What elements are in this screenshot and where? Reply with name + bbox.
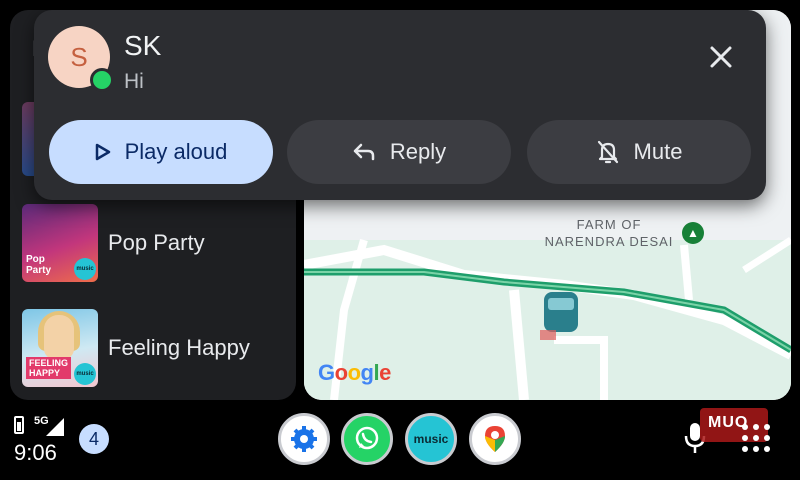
map-poi-label: FARM OF NARENDRA DESAI	[544, 217, 674, 249]
span	[753, 435, 759, 441]
avatar: S	[48, 26, 114, 92]
span	[753, 424, 759, 430]
media-item-title: Pop Party	[108, 230, 205, 255]
span	[742, 446, 748, 452]
settings-icon	[291, 426, 317, 452]
amazon-music-app-button[interactable]: music	[405, 413, 457, 465]
clock: 9:06	[14, 440, 57, 465]
sender-name: SK	[124, 30, 162, 61]
span	[764, 435, 770, 441]
play-aloud-label: Play aloud	[124, 139, 228, 164]
span	[742, 424, 748, 430]
mute-label: Mute	[633, 139, 683, 164]
close-icon[interactable]	[704, 40, 738, 74]
album-art-caption: FEELING HAPPY	[26, 357, 72, 379]
span	[742, 435, 748, 441]
media-item-pop-party[interactable]: Pop Party music Pop Party	[22, 204, 292, 282]
play-aloud-button[interactable]: Play aloud	[49, 120, 273, 184]
tree-pin-icon[interactable]: ▲	[682, 222, 704, 244]
notification-count-badge[interactable]: 4	[79, 424, 109, 454]
reply-icon	[353, 143, 375, 161]
reply-button[interactable]: Reply	[287, 120, 511, 184]
whatsapp-icon	[90, 68, 114, 92]
media-item-title: Feeling Happy	[108, 335, 250, 360]
amazon-music-icon: music	[413, 432, 449, 446]
amazon-music-icon: music	[74, 363, 96, 385]
google-maps-icon	[485, 426, 505, 452]
battery-icon	[14, 416, 24, 434]
play-icon	[95, 143, 110, 161]
avatar-initial: S	[70, 41, 88, 72]
message-notification[interactable]: S SK Hi Play aloud Reply Mute	[34, 10, 766, 200]
settings-app-button[interactable]	[278, 413, 330, 465]
amazon-music-icon: music	[74, 258, 96, 280]
album-art: Pop Party music	[22, 204, 98, 282]
span	[764, 446, 770, 452]
album-art: FEELING HAPPY music	[22, 309, 98, 387]
message-text: Hi	[124, 70, 144, 93]
span	[753, 446, 759, 452]
signal-icon	[46, 418, 64, 436]
google-logo: Google	[318, 360, 391, 385]
google-maps-app-button[interactable]	[469, 413, 521, 465]
reply-label: Reply	[389, 139, 447, 164]
mute-button[interactable]: Mute	[527, 120, 751, 184]
span	[764, 424, 770, 430]
media-item-feeling-happy[interactable]: FEELING HAPPY music Feeling Happy	[22, 309, 292, 387]
app-launcher-grid-icon[interactable]	[742, 424, 772, 454]
album-art-caption: Pop Party	[26, 254, 52, 276]
bell-off-icon	[597, 140, 618, 164]
whatsapp-app-button[interactable]	[341, 413, 393, 465]
whatsapp-icon	[355, 426, 379, 450]
face	[44, 315, 74, 359]
